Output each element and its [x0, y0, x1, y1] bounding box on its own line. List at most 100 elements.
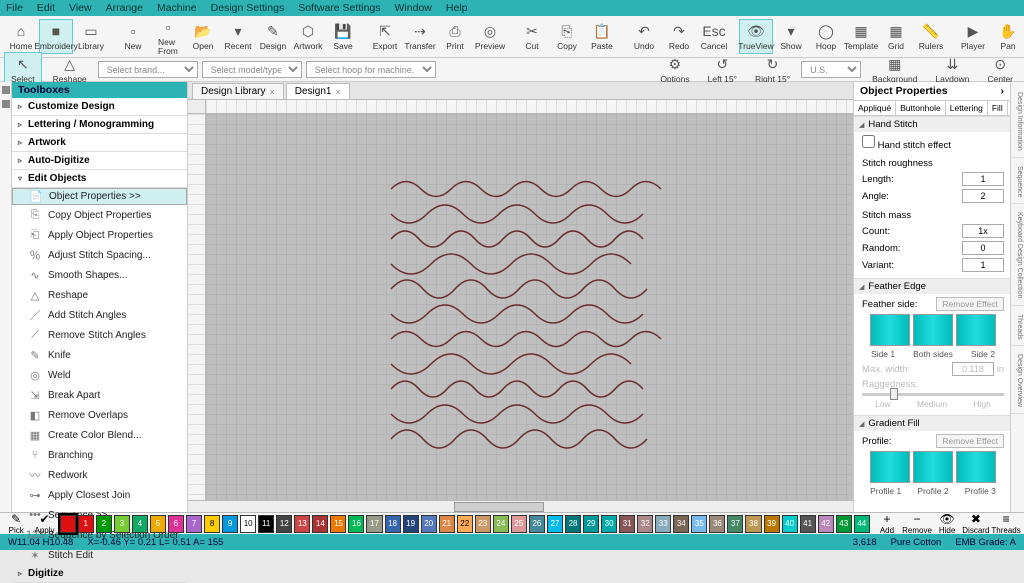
player-button[interactable]: ▶Player: [956, 19, 990, 54]
profile2-swatch[interactable]: [913, 451, 953, 483]
show-button[interactable]: ▾Show: [774, 19, 808, 54]
current-color[interactable]: [60, 515, 76, 533]
menu-design-settings[interactable]: Design Settings: [211, 2, 285, 14]
hoop-button[interactable]: ◯Hoop: [809, 19, 843, 54]
discard-button[interactable]: ✖Discard: [962, 512, 989, 535]
acc-lettering-monogramming[interactable]: Lettering / Monogramming: [12, 116, 187, 134]
color-37[interactable]: 37: [727, 515, 743, 533]
units-select[interactable]: U.S.: [801, 61, 861, 78]
artwork-button[interactable]: ⬡Artwork: [291, 19, 325, 54]
close-icon[interactable]: ×: [269, 87, 274, 97]
side-knife[interactable]: ✎Knife: [12, 345, 187, 365]
redo-button[interactable]: ↷Redo: [662, 19, 696, 54]
export-button[interactable]: ⇱Export: [368, 19, 402, 54]
color-12[interactable]: 12: [276, 515, 292, 533]
workspace[interactable]: [206, 114, 853, 500]
color-22[interactable]: 22: [457, 515, 473, 533]
color-3[interactable]: 3: [114, 515, 130, 533]
color-5[interactable]: 5: [150, 515, 166, 533]
add-button[interactable]: +Add: [874, 512, 900, 535]
hand-stitch-effect-checkbox[interactable]: Hand stitch effect: [862, 135, 1004, 151]
menu-help[interactable]: Help: [446, 2, 468, 14]
section-hand-stitch[interactable]: Hand Stitch: [854, 116, 1010, 132]
color-10[interactable]: 10: [240, 515, 256, 533]
menu-software-settings[interactable]: Software Settings: [298, 2, 380, 14]
color-25[interactable]: 25: [511, 515, 527, 533]
ptab-buttonhole[interactable]: Buttonhole: [896, 101, 946, 115]
dock-threads[interactable]: Threads: [1011, 308, 1024, 347]
color-9[interactable]: 9: [222, 515, 238, 533]
dock-design-overview[interactable]: Design Overview: [1011, 348, 1024, 414]
color-21[interactable]: 21: [439, 515, 455, 533]
acc-artwork[interactable]: Artwork: [12, 134, 187, 152]
color-26[interactable]: 26: [529, 515, 545, 533]
side-branching[interactable]: ⑂Branching: [12, 445, 187, 465]
color-35[interactable]: 35: [691, 515, 707, 533]
design-stipple[interactable]: [386, 174, 666, 454]
transfer-button[interactable]: ⇢Transfer: [403, 19, 437, 54]
trueview-button[interactable]: 👁TrueView: [739, 19, 773, 54]
color-43[interactable]: 43: [836, 515, 852, 533]
pick-button[interactable]: ✎Pick: [3, 512, 29, 535]
length-input[interactable]: [962, 172, 1004, 186]
ptab-fill[interactable]: Fill: [988, 101, 1008, 115]
open-button[interactable]: 📂Open: [186, 19, 220, 54]
color-8[interactable]: 8: [204, 515, 220, 533]
undo-button[interactable]: ↶Undo: [627, 19, 661, 54]
color-2[interactable]: 2: [96, 515, 112, 533]
select-2[interactable]: Select hoop for machine...: [306, 61, 436, 78]
template-button[interactable]: ▦Template: [844, 19, 878, 54]
color-40[interactable]: 40: [782, 515, 798, 533]
apply-button[interactable]: ✔Apply: [31, 512, 57, 535]
color-7[interactable]: 7: [186, 515, 202, 533]
acc-auto-digitize[interactable]: Auto-Digitize: [12, 152, 187, 170]
color-20[interactable]: 20: [421, 515, 437, 533]
acc-edit-objects[interactable]: Edit Objects: [12, 170, 187, 188]
side-break-apart[interactable]: ⇲Break Apart: [12, 385, 187, 405]
menu-arrange[interactable]: Arrange: [106, 2, 143, 14]
side-stitch-edit[interactable]: ✶Stitch Edit: [12, 545, 187, 565]
print-button[interactable]: ⎙Print: [438, 19, 472, 54]
menu-machine[interactable]: Machine: [157, 2, 197, 14]
pan-button[interactable]: ✋Pan: [991, 19, 1024, 54]
side-weld[interactable]: ◎Weld: [12, 365, 187, 385]
side-apply-closest-join[interactable]: ⊶Apply Closest Join: [12, 485, 187, 505]
gradient-remove-button[interactable]: Remove Effect: [936, 434, 1004, 448]
save-button[interactable]: 💾Save: [326, 19, 360, 54]
color-30[interactable]: 30: [601, 515, 617, 533]
menu-edit[interactable]: Edit: [37, 2, 55, 14]
color-13[interactable]: 13: [294, 515, 310, 533]
side-object-properties-[interactable]: 📄Object Properties >>: [12, 188, 187, 205]
random-input[interactable]: [962, 241, 1004, 255]
recent-button[interactable]: ▾Recent: [221, 19, 255, 54]
feather-remove-button[interactable]: Remove Effect: [936, 297, 1004, 311]
section-feather-edge[interactable]: Feather Edge: [854, 278, 1010, 294]
tab-design-library[interactable]: Design Library×: [192, 83, 284, 99]
color-41[interactable]: 41: [800, 515, 816, 533]
acc-customize-design[interactable]: Customize Design: [12, 98, 187, 116]
preview-button[interactable]: ◎Preview: [473, 19, 507, 54]
remove-button[interactable]: −Remove: [902, 512, 932, 535]
ptab-appliqué[interactable]: Appliqué: [854, 101, 896, 115]
cut-button[interactable]: ✂Cut: [515, 19, 549, 54]
color-19[interactable]: 19: [403, 515, 419, 533]
copy-button[interactable]: ⎘Copy: [550, 19, 584, 54]
select-0[interactable]: Select brand...: [98, 61, 198, 78]
hide-button[interactable]: 👁Hide: [934, 512, 960, 535]
color-11[interactable]: 11: [258, 515, 274, 533]
side-adjust-stitch-spacing-[interactable]: ％Adjust Stitch Spacing...: [12, 245, 187, 265]
new-button[interactable]: ▫New: [116, 19, 150, 54]
color-1[interactable]: 1: [78, 515, 94, 533]
color-36[interactable]: 36: [709, 515, 725, 533]
rulers-button[interactable]: 📏Rulers: [914, 19, 948, 54]
color-27[interactable]: 27: [547, 515, 563, 533]
select-1[interactable]: Select model/type...: [202, 61, 302, 78]
angle-input[interactable]: [962, 189, 1004, 203]
side-create-color-blend-[interactable]: ▦Create Color Blend...: [12, 425, 187, 445]
side-reshape[interactable]: △Reshape: [12, 285, 187, 305]
grid-button[interactable]: ▦Grid: [879, 19, 913, 54]
color-44[interactable]: 44: [854, 515, 870, 533]
raggedness-slider[interactable]: [862, 393, 1004, 396]
threads-button[interactable]: ≡Threads: [991, 512, 1020, 535]
side-add-stitch-angles[interactable]: ／Add Stitch Angles: [12, 305, 187, 325]
